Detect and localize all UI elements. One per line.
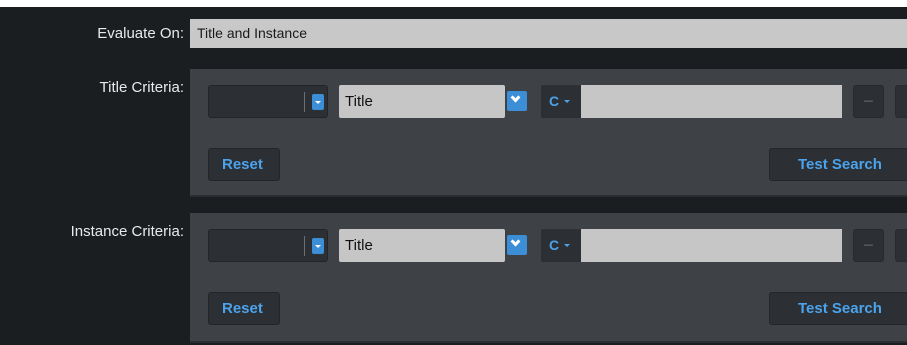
title-test-search-button[interactable]: Test Search (769, 148, 907, 181)
instance-operator-select[interactable] (208, 229, 328, 262)
instance-field-dropdown-button[interactable] (505, 229, 529, 262)
title-match-mode-button[interactable]: C (541, 85, 581, 118)
title-field-select[interactable]: Title (339, 85, 505, 118)
select-divider (304, 92, 305, 112)
instance-criteria-label: Instance Criteria: (70, 223, 184, 240)
match-mode-label: C (549, 237, 560, 253)
minus-icon: − (863, 235, 874, 255)
remove-criterion-button[interactable]: − (853, 85, 884, 118)
instance-search-value-input[interactable] (581, 229, 842, 262)
top-border (0, 0, 907, 7)
instance-reset-button[interactable]: Reset (208, 292, 280, 325)
instance-field-select[interactable]: Title (339, 229, 505, 262)
remove-criterion-button[interactable]: − (853, 229, 884, 262)
title-criteria-label: Title Criteria: (99, 79, 184, 96)
panel-divider (190, 341, 907, 343)
minus-icon: − (863, 91, 874, 111)
add-criterion-button[interactable] (895, 85, 907, 118)
caret-down-icon (564, 244, 570, 247)
chevron-down-icon[interactable] (312, 238, 324, 254)
add-criterion-button[interactable] (895, 229, 907, 262)
title-field-dropdown-button[interactable] (505, 85, 529, 118)
chevron-down-icon (507, 91, 527, 111)
search-criteria-form: Evaluate On: Title and Instance Title Cr… (0, 0, 907, 345)
instance-test-search-button[interactable]: Test Search (769, 292, 907, 325)
instance-criteria-panel: Title C − Reset Test Search (190, 213, 907, 343)
match-mode-label: C (549, 93, 560, 109)
chevron-down-icon (507, 235, 527, 255)
title-reset-button[interactable]: Reset (208, 148, 280, 181)
title-search-value-input[interactable] (581, 85, 842, 118)
title-criteria-panel: Title C − Reset Test Search (190, 69, 907, 197)
evaluate-on-label: Evaluate On: (97, 25, 184, 42)
instance-match-mode-button[interactable]: C (541, 229, 581, 262)
chevron-down-icon[interactable] (312, 94, 324, 110)
panel-divider (190, 195, 907, 197)
title-operator-select[interactable] (208, 85, 328, 118)
evaluate-on-select[interactable]: Title and Instance (190, 19, 907, 48)
caret-down-icon (564, 100, 570, 103)
select-divider (304, 236, 305, 256)
